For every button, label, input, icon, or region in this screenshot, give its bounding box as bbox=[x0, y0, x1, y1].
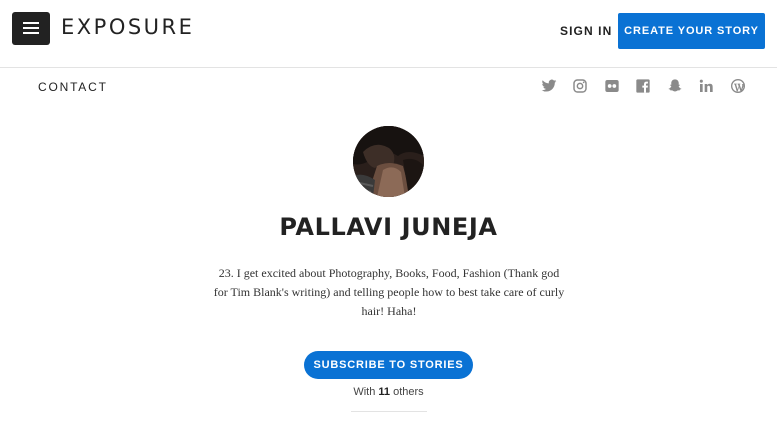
top-bar: EXPOSURE SIGN IN CREATE YOUR STORY bbox=[0, 0, 777, 68]
avatar bbox=[353, 126, 424, 197]
flickr-icon[interactable] bbox=[601, 76, 622, 96]
sign-in-link[interactable]: SIGN IN bbox=[560, 24, 612, 38]
menu-button[interactable] bbox=[12, 12, 50, 45]
exposure-logo[interactable]: EXPOSURE bbox=[61, 15, 194, 39]
wordpress-icon[interactable] bbox=[727, 76, 748, 96]
create-your-story-button[interactable]: CREATE YOUR STORY bbox=[618, 13, 765, 49]
profile-bio: 23. I get excited about Photography, Boo… bbox=[213, 266, 565, 318]
subscriber-count-text: With 11 others bbox=[0, 386, 777, 398]
divider bbox=[351, 411, 427, 412]
subscribe-to-stories-button[interactable]: SUBSCRIBE TO STORIES bbox=[304, 351, 473, 379]
social-links bbox=[538, 76, 759, 96]
with-prefix: With bbox=[353, 386, 376, 398]
profile-name: PALLAVI JUNEJA bbox=[279, 213, 498, 241]
subscriber-count: 11 bbox=[378, 386, 391, 398]
contact-link[interactable]: CONTACT bbox=[38, 80, 108, 94]
linkedin-icon[interactable] bbox=[696, 76, 717, 96]
twitter-icon[interactable] bbox=[538, 76, 559, 96]
snapchat-icon[interactable] bbox=[664, 76, 685, 96]
hamburger-icon-line bbox=[23, 27, 39, 29]
hamburger-icon-line bbox=[23, 22, 39, 24]
with-suffix: others bbox=[393, 386, 424, 398]
facebook-icon[interactable] bbox=[633, 76, 654, 96]
hamburger-icon-line bbox=[23, 32, 39, 34]
instagram-icon[interactable] bbox=[570, 76, 591, 96]
